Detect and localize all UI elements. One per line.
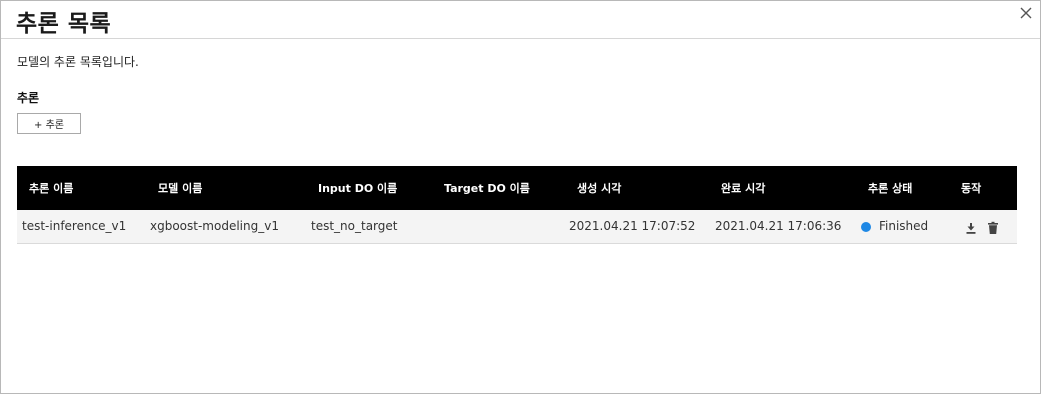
table-header: 추론 이름 모델 이름 Input DO 이름 Target DO 이름 생성 … [17,166,1017,210]
cell-completed-at: 2021.04.21 17:06:36 [715,219,842,233]
inference-list-dialog: 추론 목록 모델의 추론 목록입니다. 추론 + 추론 추론 이름 모델 이름 … [0,0,1041,394]
cell-status: Finished [879,219,929,233]
add-inference-button[interactable]: + 추론 [17,113,81,134]
dialog-title: 추론 목록 [16,11,112,37]
cell-created-at: 2021.04.21 17:07:52 [569,219,696,233]
column-header-created-at[interactable]: 생성 시각 [577,180,621,196]
column-header-completed-at[interactable]: 완료 시각 [721,180,765,196]
download-icon[interactable] [964,220,978,234]
column-header-target-do[interactable]: Target DO 이름 [444,180,530,196]
cell-inference-name: test-inference_v1 [22,219,127,233]
column-header-status[interactable]: 추론 상태 [868,180,912,196]
cell-model-name: xgboost-modeling_v1 [150,219,279,233]
dialog-header: 추론 목록 [1,1,1040,39]
status-indicator-dot [861,222,871,232]
column-header-input-do[interactable]: Input DO 이름 [318,180,397,196]
inference-table: 추론 이름 모델 이름 Input DO 이름 Target DO 이름 생성 … [17,166,1017,244]
column-header-model-name[interactable]: 모델 이름 [158,180,202,196]
trash-icon[interactable] [986,220,1000,234]
column-header-actions: 동작 [961,182,982,195]
close-icon[interactable] [1018,5,1034,21]
column-header-inference-name[interactable]: 추론 이름 [29,180,73,196]
table-row[interactable]: test-inference_v1 xgboost-modeling_v1 te… [17,210,1017,244]
section-label: 추론 [17,91,40,105]
dialog-description: 모델의 추론 목록입니다. [17,55,139,69]
cell-input-do: test_no_target [311,219,398,233]
